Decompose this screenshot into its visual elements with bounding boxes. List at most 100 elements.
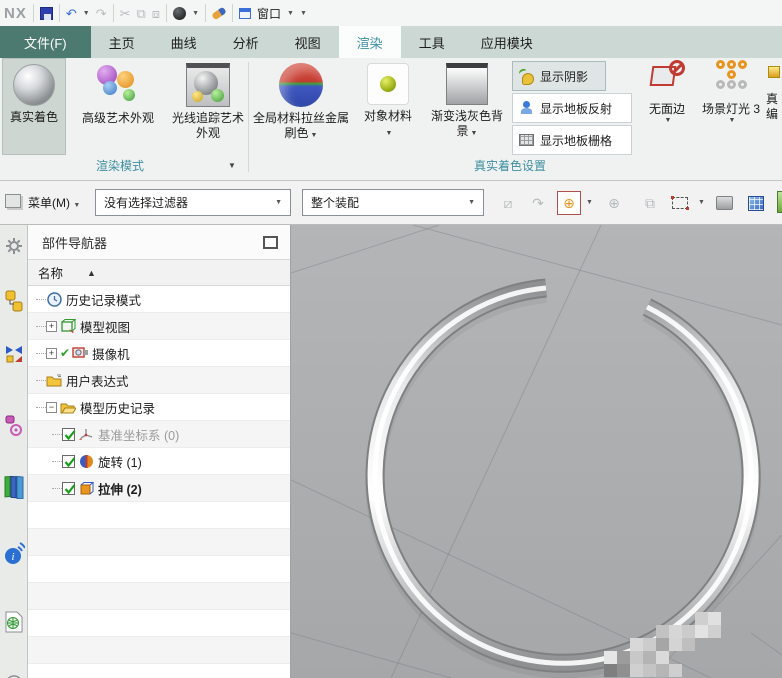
tree-row[interactable]: 旋转 (1) xyxy=(28,448,290,475)
snap-point-dropdown-icon[interactable]: ▼ xyxy=(586,199,593,206)
dropdown-icon[interactable]: ▼ xyxy=(640,117,696,124)
gradient-background-button[interactable]: 渐变浅灰色背景 ▼ xyxy=(427,58,507,155)
tab-渲染[interactable]: 渲染 xyxy=(338,26,401,58)
floor-reflection-icon xyxy=(519,100,534,116)
tab-曲线[interactable]: 曲线 xyxy=(153,26,215,58)
separator xyxy=(205,4,207,22)
camera-icon xyxy=(72,345,89,361)
copy-icon[interactable]: ⧉ xyxy=(137,7,146,20)
global-material-button[interactable]: 全局材料拉丝金属刷色 ▼ xyxy=(253,58,349,155)
visualization-cube-icon[interactable] xyxy=(744,191,768,215)
window-dropdown-icon[interactable]: ▼ xyxy=(287,10,294,17)
separator xyxy=(112,4,114,22)
no-face-edge-button[interactable]: 无面边 ▼ xyxy=(638,60,696,124)
watermark-pixel-block xyxy=(656,638,669,651)
revolve-icon xyxy=(78,453,94,469)
float-panel-icon[interactable] xyxy=(263,235,278,249)
tab-文件(F)[interactable]: 文件(F) xyxy=(0,26,91,58)
shaded-box-icon[interactable] xyxy=(712,191,736,215)
tab-分析[interactable]: 分析 xyxy=(215,26,277,58)
tree-row[interactable]: 基准坐标系 (0) xyxy=(28,421,290,448)
dropdown-icon[interactable]: ▼ xyxy=(311,132,318,139)
show-shadows-toggle[interactable]: 显示阴影 xyxy=(512,61,606,91)
show-floor-reflection-toggle[interactable]: 显示地板反射 xyxy=(512,93,632,123)
scene-lights-button[interactable]: 场景灯光 3 ▼ xyxy=(698,60,764,124)
undo-icon[interactable]: ↶ xyxy=(66,7,77,20)
feature-checkbox[interactable] xyxy=(62,481,76,495)
menu-button[interactable]: 菜单(M) ▼ xyxy=(28,194,80,211)
watermark-pixel-block xyxy=(604,664,617,677)
sort-ascending-icon[interactable]: ▲ xyxy=(87,268,96,278)
redo-icon[interactable]: ↷ xyxy=(96,7,107,20)
clipped-ribbon-button[interactable]: 真 编 xyxy=(766,58,782,155)
history-icon[interactable] xyxy=(2,665,26,678)
tree-row-label: 基准坐标系 (0) xyxy=(98,428,180,443)
combo-dropdown-icon[interactable]: ▼ xyxy=(275,199,282,206)
clipped-toolbar-icon[interactable] xyxy=(777,191,782,213)
show-floor-grid-toggle[interactable]: 显示地板栅格 xyxy=(512,125,632,155)
watermark-pixel-block xyxy=(682,625,695,638)
expand-icon[interactable]: + xyxy=(46,320,57,332)
tree-row[interactable]: + ✔ 摄像机 xyxy=(28,340,290,367)
tree-row[interactable]: 拉伸 (2) xyxy=(28,475,290,502)
name-column-header[interactable]: 名称 xyxy=(38,263,63,282)
measure-icon[interactable]: ⧉ xyxy=(638,191,662,215)
library-icon[interactable] xyxy=(2,471,26,501)
expand-icon[interactable]: + xyxy=(46,347,57,359)
tree-row[interactable]: 用户表达式 xyxy=(28,367,290,394)
dropdown-icon[interactable]: ▼ xyxy=(700,117,764,124)
tab-主页[interactable]: 主页 xyxy=(91,26,153,58)
true-shading-button[interactable]: 真实着色 xyxy=(2,58,66,155)
assembly-constraints-icon[interactable] xyxy=(2,287,26,317)
tab-应用模块[interactable]: 应用模块 xyxy=(463,26,551,58)
brush-icon[interactable] xyxy=(211,6,227,20)
feature-checkbox[interactable] xyxy=(62,454,76,468)
render-style-sphere-icon[interactable] xyxy=(173,6,187,20)
render-mode-gallery-dropdown-icon[interactable]: ▼ xyxy=(228,161,236,170)
gear-icon[interactable] xyxy=(2,231,26,261)
save-icon[interactable] xyxy=(39,6,53,20)
select-dropdown-icon[interactable]: ▼ xyxy=(698,199,705,206)
selection-toolbar: 菜单(M) ▼ 没有选择过滤器 ▼ 整个装配 ▼ ⧄ ↷ ⊕ ▼ ⊕ ⧉ ▼ xyxy=(0,181,782,225)
tree-row[interactable]: + 模型视图 xyxy=(28,313,290,340)
tab-工具[interactable]: 工具 xyxy=(401,26,463,58)
tree-connector xyxy=(52,487,62,489)
snap-point-icon[interactable]: ⊕ xyxy=(557,191,581,215)
move-component-icon[interactable]: ↷ xyxy=(526,191,550,215)
rectangle-select-icon[interactable] xyxy=(668,191,692,215)
object-material-button[interactable]: 对象材料 ▼ xyxy=(352,58,424,155)
dropdown-icon[interactable]: ▼ xyxy=(192,10,199,17)
model-views-icon xyxy=(60,318,76,334)
paste-icon[interactable]: ⧈ xyxy=(152,7,160,20)
watermark-pixel-block xyxy=(656,625,669,638)
ribbon-options-icon[interactable]: ▼ xyxy=(300,10,307,17)
advanced-art-appearance-button[interactable]: 高级艺术外观 xyxy=(70,58,166,155)
selection-scope-combo[interactable]: 整个装配 ▼ xyxy=(302,189,484,216)
move-component-icon[interactable] xyxy=(2,337,26,367)
ray-traced-art-appearance-button[interactable]: 光线追踪艺术外观 xyxy=(170,58,246,155)
undo-dropdown-icon[interactable]: ▼ xyxy=(83,10,90,17)
point-dialog-icon[interactable]: ⊕ xyxy=(602,191,626,215)
menu-sheets-icon[interactable] xyxy=(5,194,21,208)
symbols-icon[interactable] xyxy=(2,411,26,441)
info-icon[interactable]: i xyxy=(2,539,26,569)
watermark-pixel-block xyxy=(643,651,656,664)
dropdown-icon[interactable]: ▼ xyxy=(471,130,478,137)
graphics-viewport[interactable] xyxy=(291,225,782,678)
window-icon[interactable] xyxy=(239,7,252,19)
cut-icon[interactable]: ✂ xyxy=(120,7,131,20)
tree-row[interactable]: − 模型历史记录 xyxy=(28,394,290,421)
feature-checkbox[interactable] xyxy=(62,427,76,441)
assembly-constraints-icon[interactable]: ⧄ xyxy=(496,191,520,215)
collapse-icon[interactable]: − xyxy=(46,401,57,413)
web-page-icon[interactable] xyxy=(2,607,26,637)
tab-视图[interactable]: 视图 xyxy=(277,26,339,58)
dropdown-icon[interactable]: ▼ xyxy=(386,130,393,137)
tree-row[interactable]: 历史记录模式 xyxy=(28,286,290,313)
tree-connector xyxy=(52,433,62,435)
selection-filter-combo[interactable]: 没有选择过滤器 ▼ xyxy=(95,189,291,216)
ribbon-tab-bar: 文件(F) 主页 曲线 分析 视图 渲染 工具 应用模块 xyxy=(0,26,782,58)
window-menu[interactable]: 窗口 xyxy=(257,5,281,22)
combo-dropdown-icon[interactable]: ▼ xyxy=(468,199,475,206)
column-header-row[interactable]: 名称 ▲ xyxy=(28,259,290,286)
